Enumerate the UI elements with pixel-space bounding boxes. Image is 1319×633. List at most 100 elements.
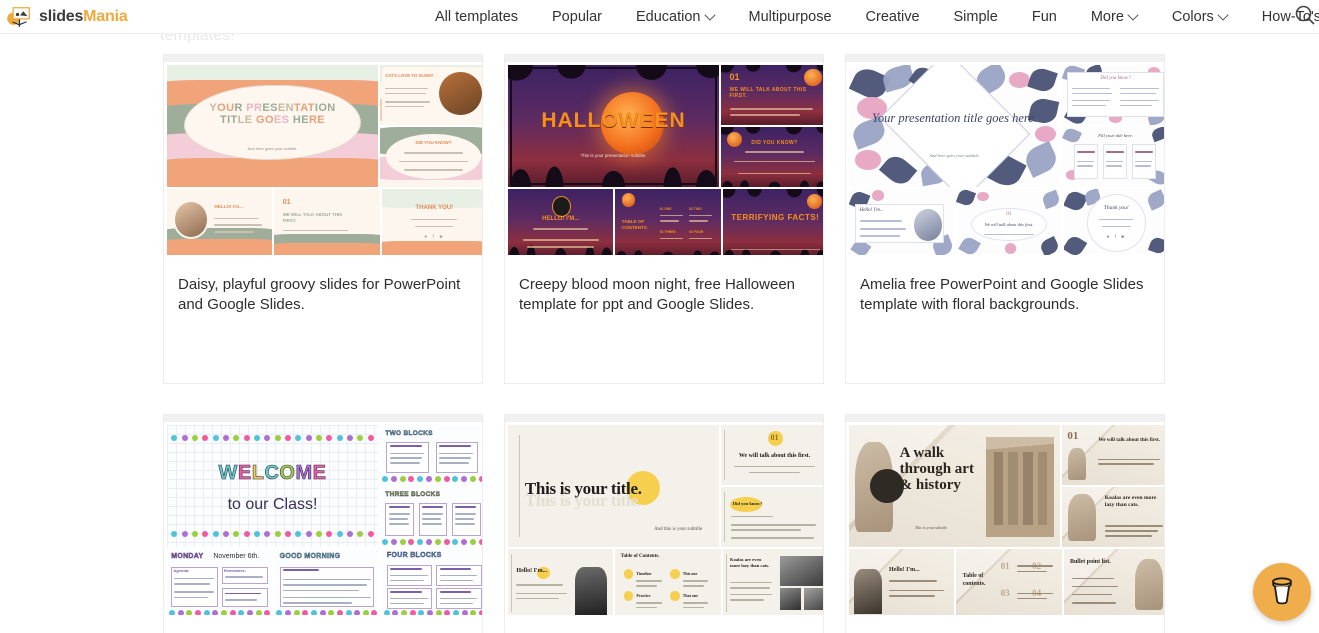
slide-heading: Hello! I'm... xyxy=(516,568,548,575)
site-logo-wordmark: slidesMania xyxy=(39,8,128,26)
toc-number: 04 xyxy=(1032,588,1042,599)
template-caption xyxy=(846,615,1164,633)
nav-item-fun[interactable]: Fun xyxy=(1015,0,1074,34)
slide-did-you-know: DID YOU KNOW? xyxy=(380,127,482,187)
slide-title: A walk through art & history This is you… xyxy=(849,425,1060,547)
nav-item-popular[interactable]: Popular xyxy=(535,0,619,34)
nav-item-colors[interactable]: Colors xyxy=(1155,0,1245,34)
slide-subtitle-text: And here goes your subtitle. xyxy=(929,152,980,158)
slide-title-text: Your presentation title goes here. xyxy=(872,111,1037,126)
slide-heading: DID YOU KNOW? xyxy=(415,140,452,146)
slide-title: This is your title. This is your title. … xyxy=(508,425,719,547)
template-thumbnail-yellow-minimal: This is your title. This is your title. … xyxy=(505,422,823,615)
slide-title: HALLOWEEN This is your presentation subt… xyxy=(508,65,719,187)
nav-item-multipurpose[interactable]: Multipurpose xyxy=(732,0,849,34)
slide-heading: Table of contents. xyxy=(962,573,986,587)
slide-title-text: YOUR PRESENTATION TITLE GOES HERE xyxy=(209,101,336,126)
slide-table-of-contents: TABLE OF CONTENTS 01 ONE 02 TWO 03 THREE… xyxy=(615,189,721,255)
card-top-strip xyxy=(846,415,1164,422)
slide-heading: Fill your title here. xyxy=(1098,133,1133,138)
template-card-yellow-minimal[interactable]: This is your title. This is your title. … xyxy=(504,414,824,633)
slide-heading: Table of Contents. xyxy=(620,554,660,560)
slide-table-of-contents: Table of contents. 01 02 03 04 xyxy=(956,549,1062,615)
nav-item-creative[interactable]: Creative xyxy=(849,0,937,34)
slide-heading: Hello! I'm... xyxy=(859,208,884,214)
slide-number: 01 xyxy=(1006,210,1012,217)
slide-bottom-row: Hello! I'm... 01 We will talk about this… xyxy=(849,189,1164,255)
template-card-art-history[interactable]: A walk through art & history This is you… xyxy=(845,414,1165,633)
slide-bottom-row: MONDAY November 6th. Agenda: Reminders: xyxy=(167,549,482,615)
slide-first-topic: 01 We will talk about this first. xyxy=(721,425,823,485)
slide-heading: FOUR BLOCKS xyxy=(386,552,442,560)
template-caption: Daisy, playful groovy slides for PowerPo… xyxy=(178,276,461,313)
nav-label: Multipurpose xyxy=(748,9,832,25)
slide-first-topic: 01 WE WILL TALK ABOUT THIS FIRST. xyxy=(721,65,823,125)
slide-good-morning: GOOD MORNING xyxy=(274,549,380,615)
slide-hello: Hello! I'm... xyxy=(849,549,955,615)
nav-label: Simple xyxy=(953,9,998,25)
slide-subtitle-text: And here goes your subtitle. xyxy=(247,145,298,151)
logo-text-mania: Mania xyxy=(83,8,128,25)
slide-heading: TABLE OF CONTENTS xyxy=(621,218,647,230)
slide-heading: WE WILL TALK ABOUT THIS FIRST. xyxy=(282,212,343,223)
slide-terrifying-facts: TERRIFYING FACTS! xyxy=(722,189,823,255)
slide-heading: Koalas are even more lazy than cats. xyxy=(1104,495,1157,508)
toc-item-label: This one xyxy=(682,570,698,576)
dot-border-bottom xyxy=(171,531,374,538)
template-thumbnail-amelia: Your presentation title goes here. And h… xyxy=(846,62,1164,255)
slide-monday-agenda: MONDAY November 6th. Agenda: Reminders: xyxy=(167,549,273,615)
slide-bottom-row: Hello! I'm... Table of contents. 01 02 0… xyxy=(849,549,1164,615)
slide-three-blocks: Fill your title here. xyxy=(1062,127,1164,187)
template-card-daisy[interactable]: YOUR PRESENTATION TITLE GOES HERE And he… xyxy=(163,54,483,384)
template-grid-row: YOUR PRESENTATION TITLE GOES HERE And he… xyxy=(163,54,1165,384)
card-top-strip xyxy=(164,415,482,422)
slide-table-of-contents: Table of Contents. Timeline This one Pra… xyxy=(615,549,721,615)
card-top-strip xyxy=(505,55,823,62)
template-card-welcome-class[interactable]: WELCOME to our Class! TWO BLOCKS THREE B… xyxy=(163,414,483,633)
slide-hello: Hello! I'm... xyxy=(849,189,955,255)
nav-item-education[interactable]: Education xyxy=(619,0,732,34)
buy-me-a-coffee-button[interactable] xyxy=(1253,563,1311,621)
slide-heading: HELLO! I'm... xyxy=(214,203,244,209)
slide-first-topic: 01 We will talk about this first. xyxy=(1062,425,1164,485)
template-caption: Creepy blood moon night, free Halloween … xyxy=(519,276,795,313)
slide-heading: Koalas are even more lazy than cats. xyxy=(730,557,770,568)
slide-three-blocks: THREE BLOCKS xyxy=(380,487,482,547)
nav-label: Fun xyxy=(1031,9,1057,25)
slide-first-topic: 01 WE WILL TALK ABOUT THIS FIRST. xyxy=(274,189,380,255)
slide-heading: We will talk about this first. xyxy=(738,452,811,459)
template-grid: YOUR PRESENTATION TITLE GOES HERE And he… xyxy=(163,54,1165,633)
template-caption xyxy=(505,615,823,633)
slide-bottom-row: HELLO! I'M... TABLE OF CONTENTS 01 ONE 0… xyxy=(508,189,823,255)
social-icons: ● f ■ xyxy=(424,233,445,240)
slide-heading: We will talk about this first. xyxy=(984,221,1034,227)
template-caption: Amelia free PowerPoint and Google Slides… xyxy=(860,276,1144,313)
slide-heading: We will talk about this first. xyxy=(1098,437,1161,443)
nav-item-simple[interactable]: Simple xyxy=(937,0,1015,34)
slide-thank-you: THANK YOU! ● f ■ xyxy=(381,189,482,255)
search-button[interactable] xyxy=(1294,0,1316,34)
slide-heading: Hello! I'm... xyxy=(889,566,920,573)
nav-item-more[interactable]: More xyxy=(1074,0,1155,34)
slide-thank-you: Thank you! ● f ■ xyxy=(1063,189,1164,255)
slide-bottom-row: HELLO! I'm... 01 WE WILL TALK ABOUT THIS… xyxy=(167,189,482,255)
main-navigation: All templates Popular Education Multipur… xyxy=(418,0,1319,34)
template-caption xyxy=(164,615,482,633)
template-card-halloween[interactable]: HALLOWEEN This is your presentation subt… xyxy=(504,54,824,384)
slide-heading: TERRIFYING FACTS! xyxy=(731,213,820,223)
toc-number: 01 xyxy=(1000,561,1010,572)
template-card-amelia[interactable]: Your presentation title goes here. And h… xyxy=(845,54,1165,384)
toc-item-label: Timeline xyxy=(636,570,652,576)
slide-number: 01 xyxy=(729,72,740,83)
nav-item-all-templates[interactable]: All templates xyxy=(418,0,535,34)
dot-border-bottom xyxy=(382,538,482,545)
site-logo[interactable]: slidesMania xyxy=(6,0,128,34)
slide-title-text: WELCOME xyxy=(218,461,327,484)
card-top-strip xyxy=(164,55,482,62)
template-thumbnail-art-history: A walk through art & history This is you… xyxy=(846,422,1164,615)
chevron-down-icon xyxy=(1219,11,1228,20)
slide-heading: Bullet point list. xyxy=(1069,558,1111,565)
nav-label: Education xyxy=(636,9,701,25)
slide-title-text: A walk through art & history xyxy=(899,444,974,493)
slide-subtitle-text: This is your subtitle. xyxy=(914,525,948,531)
